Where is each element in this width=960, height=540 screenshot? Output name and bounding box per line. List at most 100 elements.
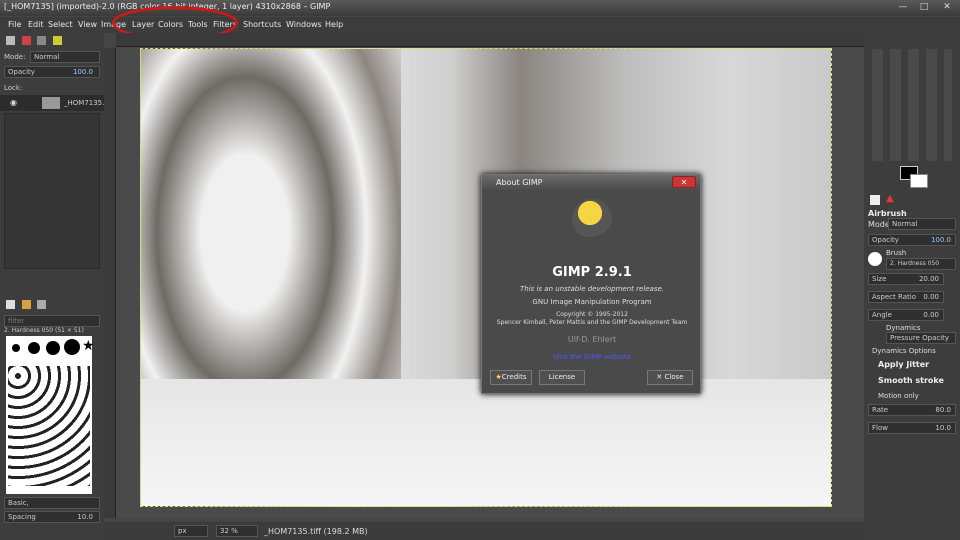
- tool-opacity-label: Opacity: [872, 236, 899, 244]
- tool-options-tab-icon[interactable]: [870, 195, 880, 205]
- brush-grid[interactable]: ★: [6, 336, 95, 494]
- about-dialog: About GIMP ✕ GIMP 2.9.1 This is an unsta…: [481, 174, 701, 394]
- flow-label: Flow: [872, 424, 888, 432]
- size-label: Size: [872, 275, 887, 283]
- angle-value: 0.00: [923, 311, 939, 319]
- brush-preview[interactable]: [868, 252, 882, 266]
- gradients-tab-icon[interactable]: [37, 300, 47, 309]
- warning-icon[interactable]: ▲: [886, 193, 894, 204]
- credits-button[interactable]: ★Credits: [490, 370, 532, 385]
- apply-jitter-checkbox[interactable]: Apply Jitter: [878, 360, 929, 369]
- menu-windows[interactable]: Windows: [286, 20, 322, 29]
- menu-help[interactable]: Help: [325, 20, 343, 29]
- credits-label: Credits: [501, 373, 527, 381]
- file-info: _HOM7135.tiff (198.2 MB): [264, 527, 368, 536]
- dynamics-value: Pressure Opacity: [890, 334, 950, 342]
- website-link[interactable]: Visit the GIMP website: [482, 353, 702, 361]
- brushes-tab-icon[interactable]: [6, 300, 15, 309]
- brush-filter-placeholder: filter: [8, 317, 25, 325]
- tool-name: Airbrush: [868, 209, 907, 218]
- motion-only-checkbox[interactable]: Motion only: [878, 392, 919, 400]
- menu-edit[interactable]: Edit: [28, 20, 44, 29]
- author-name: Ulf-D. Ehlert: [567, 335, 617, 344]
- dynamics-label: Dynamics: [886, 324, 921, 332]
- opacity-label: Opacity: [8, 68, 35, 76]
- copyright: Copyright © 1995-2012: [556, 311, 628, 318]
- brush-filter-field[interactable]: filter: [4, 315, 100, 327]
- maximize-icon[interactable]: □: [915, 1, 933, 14]
- channels-tab-icon[interactable]: [21, 36, 31, 45]
- zoom-value: 32 %: [220, 527, 238, 535]
- patterns-tab-icon[interactable]: [21, 300, 31, 309]
- tool-opacity-value: 100.0: [930, 236, 951, 244]
- vertical-ruler: [104, 48, 116, 518]
- background-color[interactable]: [910, 174, 928, 188]
- brush-value: 2. Hardness 050: [890, 260, 940, 267]
- unit-select[interactable]: px: [174, 525, 208, 537]
- zoom-select[interactable]: 32 %: [216, 525, 258, 537]
- dynamics-options[interactable]: Dynamics Options: [872, 347, 936, 355]
- brush-swatch[interactable]: [64, 339, 80, 355]
- layer-opacity-field[interactable]: Opacity 100.0: [4, 66, 100, 78]
- menu-view[interactable]: View: [78, 20, 97, 29]
- spacing-value: 10.0: [77, 513, 93, 521]
- brush-textures[interactable]: [8, 366, 90, 486]
- brush-swatch[interactable]: [28, 342, 40, 354]
- layer-mode-value: Normal: [34, 53, 60, 61]
- rate-label: Rate: [872, 406, 889, 414]
- dynamics-select[interactable]: Pressure Opacity: [886, 332, 956, 344]
- smooth-stroke-checkbox[interactable]: Smooth stroke: [878, 376, 944, 385]
- unstable-note: This is an unstable development release.: [519, 285, 665, 293]
- dialog-close-icon[interactable]: ✕: [672, 176, 696, 188]
- paths-tab-icon[interactable]: [37, 36, 47, 45]
- dock-tab-icons[interactable]: [6, 36, 66, 48]
- menu-select[interactable]: Select: [48, 20, 73, 29]
- tool-grid[interactable]: [872, 49, 952, 161]
- layer-thumbnail: [42, 97, 60, 109]
- close-icon[interactable]: ✕: [938, 1, 956, 14]
- close-label: Close: [664, 373, 684, 381]
- eye-icon[interactable]: ◉: [10, 98, 17, 107]
- dialog-titlebar: About GIMP ✕: [482, 175, 700, 190]
- spacing-field[interactable]: Spacing 10.0: [4, 511, 100, 523]
- size-field[interactable]: Size 20.00: [868, 273, 944, 285]
- brush-swatch[interactable]: [46, 341, 60, 355]
- close-button[interactable]: ✕ Close: [647, 370, 693, 385]
- flow-field[interactable]: Flow 10.0: [868, 422, 956, 434]
- license-button[interactable]: License: [539, 370, 585, 385]
- brush-preset-select[interactable]: Basic,: [4, 497, 100, 509]
- layer-name[interactable]: _HOM7135.t: [64, 99, 107, 107]
- opacity-value: 100.0: [72, 68, 93, 76]
- layers-tab-icon[interactable]: [6, 36, 15, 45]
- undo-tab-icon[interactable]: [52, 36, 62, 45]
- angle-field[interactable]: Angle 0.00: [868, 309, 944, 321]
- snow-ground: [141, 379, 831, 506]
- menu-file[interactable]: File: [8, 20, 21, 29]
- tool-mode-select[interactable]: Normal: [888, 218, 956, 230]
- app-version: GIMP 2.9.1: [552, 265, 632, 280]
- layer-row[interactable]: ◉ _HOM7135.t: [0, 95, 107, 111]
- size-value: 20.00: [918, 275, 939, 283]
- layer-mode-label: Mode:: [4, 53, 26, 61]
- brush-select[interactable]: 2. Hardness 050: [886, 258, 956, 270]
- authors: Spencer Kimball, Peter Mattis and the GI…: [496, 319, 688, 326]
- aspect-value: 0.00: [923, 293, 939, 301]
- star-brush-icon[interactable]: ★: [82, 338, 95, 354]
- flow-value: 10.0: [935, 424, 951, 432]
- minimize-icon[interactable]: —: [894, 1, 912, 14]
- aspect-field[interactable]: Aspect Ratio 0.00: [868, 291, 944, 303]
- horizontal-ruler: [116, 33, 864, 47]
- brush-label: Brush: [886, 249, 907, 257]
- layer-mode-select[interactable]: Normal: [30, 51, 100, 63]
- brush-swatch[interactable]: [12, 344, 20, 352]
- spacing-label: Spacing: [8, 513, 36, 521]
- wilber-mascot-logo: [572, 199, 612, 239]
- layers-list: [4, 113, 100, 269]
- unit-value: px: [178, 527, 187, 535]
- brush-preset-value: Basic,: [8, 499, 29, 507]
- tool-opacity-field[interactable]: Opacity 100.0: [868, 234, 956, 246]
- close-x-icon: ✕: [656, 373, 665, 381]
- aspect-label: Aspect Ratio: [872, 293, 916, 301]
- rate-field[interactable]: Rate 80.0: [868, 404, 956, 416]
- menu-shortcuts[interactable]: Shortcuts: [243, 20, 281, 29]
